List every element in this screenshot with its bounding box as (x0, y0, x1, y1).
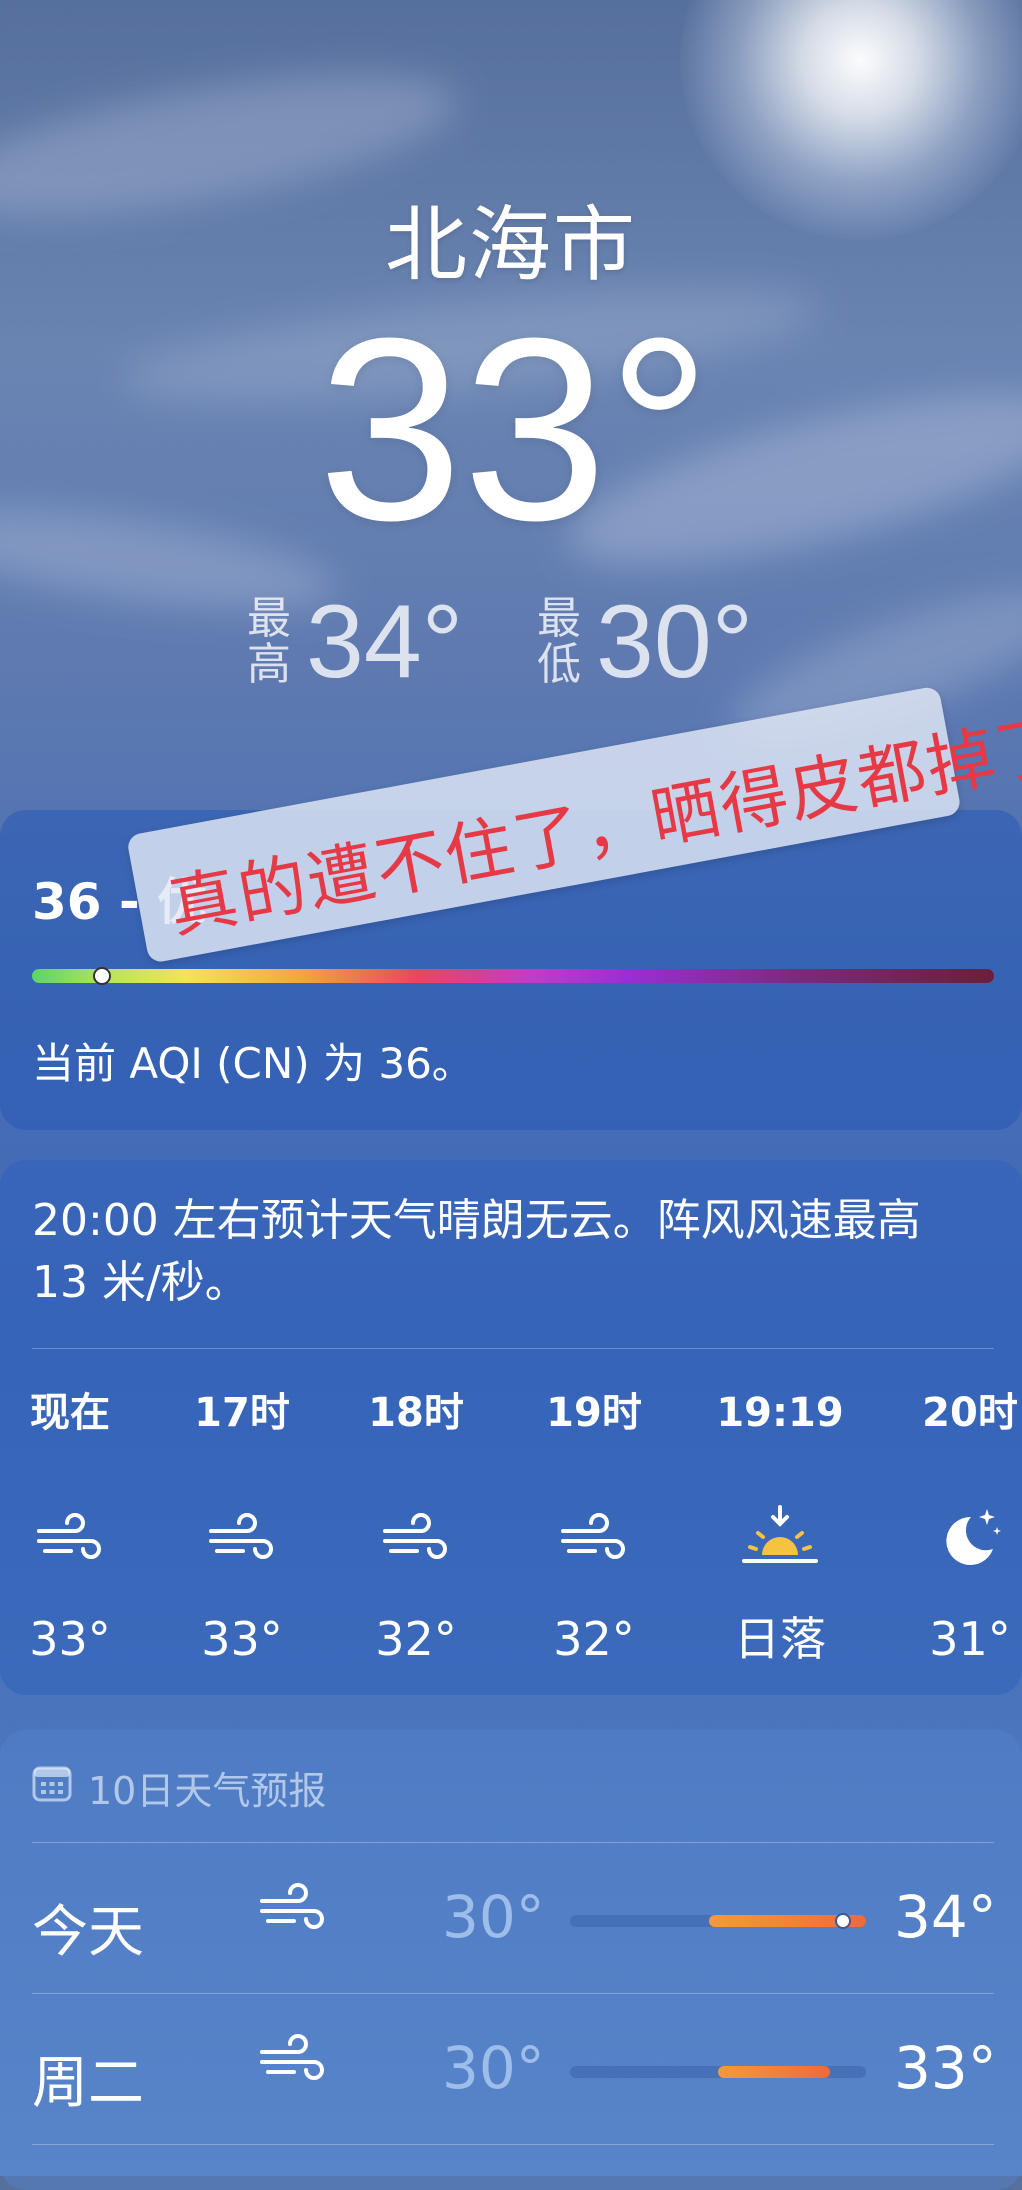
moon-stars-icon (890, 1493, 1022, 1583)
current-temperature: 33° (318, 285, 712, 575)
day-low: 30° (442, 1883, 545, 1951)
high-temp: 最高 34° (246, 584, 464, 700)
wind-icon (336, 1493, 496, 1583)
hour-label: 19:19 (716, 1390, 844, 1436)
city-name: 北海市 (384, 198, 637, 293)
low-temp: 最低 30° (536, 584, 754, 700)
hour-label: 20时 (922, 1390, 1018, 1436)
day-row[interactable]: 周二 30° 33° (0, 1994, 1022, 2144)
hour-temp: 日落 (734, 1612, 826, 1666)
high-label: 最高 (247, 593, 291, 690)
day-name: 今天 (32, 1900, 144, 1965)
hour-temp: 31° (929, 1612, 1011, 1666)
hour-temp: 32° (375, 1612, 457, 1666)
hour-temp: 32° (553, 1612, 635, 1666)
hour-item: 现在 33° (0, 1385, 150, 1669)
wind-icon (0, 1493, 150, 1583)
sunset-icon (700, 1493, 860, 1583)
wind-icon (258, 2034, 328, 2088)
hour-item: 18时 32° (336, 1385, 496, 1669)
divider (32, 1348, 994, 1349)
low-value: 30° (596, 584, 754, 700)
hour-label: 19时 (546, 1390, 642, 1436)
low-label: 最低 (537, 593, 581, 690)
forecast-summary: 20:00 左右预计天气晴朗无云。阵风风速最高 13 米/秒。 (32, 1195, 921, 1308)
hour-item: 19时 32° (514, 1385, 674, 1669)
wind-icon (258, 1883, 328, 1937)
aqi-description: 当前 AQI (CN) 为 36。 (32, 1039, 474, 1088)
aqi-scale-bar (32, 969, 994, 983)
wind-icon (514, 1493, 674, 1583)
high-value: 34° (306, 584, 464, 700)
temp-range-bar (718, 2066, 831, 2078)
hour-label: 现在 (30, 1390, 110, 1436)
hour-item: 19:19 日落 (700, 1385, 860, 1669)
divider (32, 2144, 994, 2145)
hour-label: 17时 (194, 1390, 290, 1436)
day-low: 30° (442, 2034, 545, 2102)
day-name: 周二 (32, 2051, 144, 2116)
daily-forecast-title: 10日天气预报 (88, 1769, 327, 1813)
calendar-icon (32, 1764, 72, 1811)
hour-temp: 33° (201, 1612, 283, 1666)
wind-icon (162, 1493, 322, 1583)
hour-temp: 33° (29, 1612, 111, 1666)
day-high: 33° (894, 2034, 997, 2102)
hour-label: 18时 (368, 1390, 464, 1436)
daily-forecast-header: 10日天气预报 (32, 1760, 326, 1815)
day-high: 34° (894, 1883, 997, 1951)
hour-item: 17时 33° (162, 1385, 322, 1669)
hour-item: 20时 31° (890, 1385, 1022, 1669)
day-row[interactable]: 今天 30° 34° (0, 1843, 1022, 1993)
